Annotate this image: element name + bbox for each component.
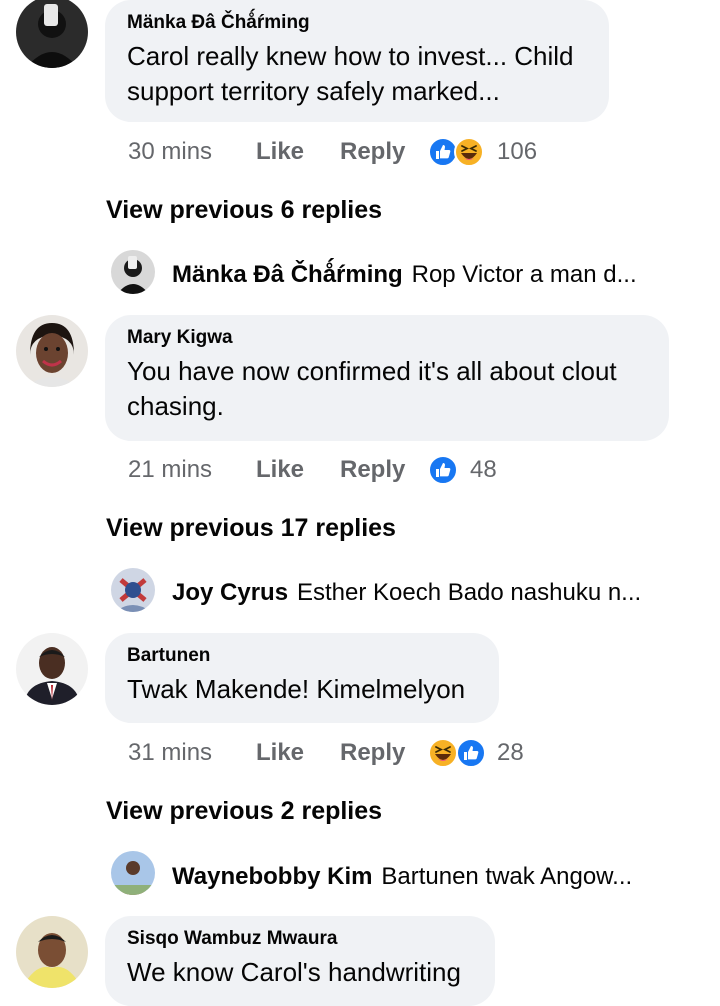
reply-button[interactable]: Reply [340, 137, 405, 167]
reaction-count[interactable]: 106 [497, 137, 537, 167]
comment-bubble: Bartunen Twak Makende! Kimelmelyon [105, 633, 499, 723]
comment-actions: 30 mins Like Reply 106 [128, 137, 578, 167]
reply-text: Esther Koech Bado nashuku n... [296, 579, 642, 606]
like-button[interactable]: Like [256, 137, 304, 167]
reply-text: Bartunen twak Angow... [381, 863, 633, 890]
comment-text: Carol really knew how to invest... Child… [127, 41, 574, 106]
comment-text: We know Carol's handwriting [127, 957, 461, 987]
reaction-icons[interactable] [428, 455, 462, 485]
reply-button[interactable]: Reply [340, 455, 405, 485]
comment-author[interactable]: Mänka Đâ Čhǻŕming [127, 12, 587, 34]
reaction-count[interactable]: 48 [470, 455, 497, 485]
comment-time[interactable]: 30 mins [128, 137, 212, 167]
reply-button[interactable]: Reply [340, 738, 405, 768]
view-previous-replies[interactable]: View previous 2 replies [106, 796, 382, 826]
haha-icon [454, 137, 484, 167]
reply-author[interactable]: Joy Cyrus [172, 579, 288, 606]
reply-preview[interactable]: Waynebobby Kim Bartunen twak Angow... [172, 862, 632, 895]
comment-time[interactable]: 21 mins [128, 455, 212, 485]
like-button[interactable]: Like [256, 455, 304, 485]
comment-text: Twak Makende! Kimelmelyon [127, 674, 466, 704]
comment-author[interactable]: Sisqo Wambuz Mwaura [127, 928, 473, 950]
reply-avatar[interactable] [111, 851, 155, 895]
reply-author[interactable]: Waynebobby Kim [172, 863, 372, 890]
commenter-avatar[interactable] [16, 315, 88, 387]
haha-icon [428, 738, 458, 768]
comment-author[interactable]: Mary Kigwa [127, 327, 647, 349]
comment-actions: 21 mins Like Reply 48 [128, 455, 578, 485]
comment-actions: 31 mins Like Reply 28 [128, 738, 578, 768]
view-previous-replies[interactable]: View previous 6 replies [106, 195, 382, 225]
like-icon [428, 455, 458, 485]
view-previous-replies[interactable]: View previous 17 replies [106, 513, 396, 543]
comment-bubble: Mary Kigwa You have now confirmed it's a… [105, 315, 669, 441]
reply-avatar[interactable] [111, 250, 155, 294]
commenter-avatar[interactable] [16, 0, 88, 68]
reaction-count[interactable]: 28 [497, 738, 524, 768]
comment-bubble: Mänka Đâ Čhǻŕming Carol really knew how … [105, 0, 609, 122]
comment-author[interactable]: Bartunen [127, 645, 477, 667]
commenter-avatar[interactable] [16, 916, 88, 988]
comment-time[interactable]: 31 mins [128, 738, 212, 768]
reaction-icons[interactable] [428, 738, 490, 768]
reply-preview[interactable]: Mänka Đâ Čhǻŕming Rop Victor a man d... [172, 260, 637, 293]
like-button[interactable]: Like [256, 738, 304, 768]
reply-author[interactable]: Mänka Đâ Čhǻŕming [172, 261, 403, 288]
reply-preview[interactable]: Joy Cyrus Esther Koech Bado nashuku n... [172, 578, 641, 611]
like-icon [456, 738, 486, 768]
comment-bubble: Sisqo Wambuz Mwaura We know Carol's hand… [105, 916, 495, 1006]
commenter-avatar[interactable] [16, 633, 88, 705]
reaction-icons[interactable] [428, 137, 490, 167]
comment-text: You have now confirmed it's all about cl… [127, 356, 617, 421]
reply-text: Rop Victor a man d... [411, 261, 637, 288]
reply-avatar[interactable] [111, 568, 155, 612]
